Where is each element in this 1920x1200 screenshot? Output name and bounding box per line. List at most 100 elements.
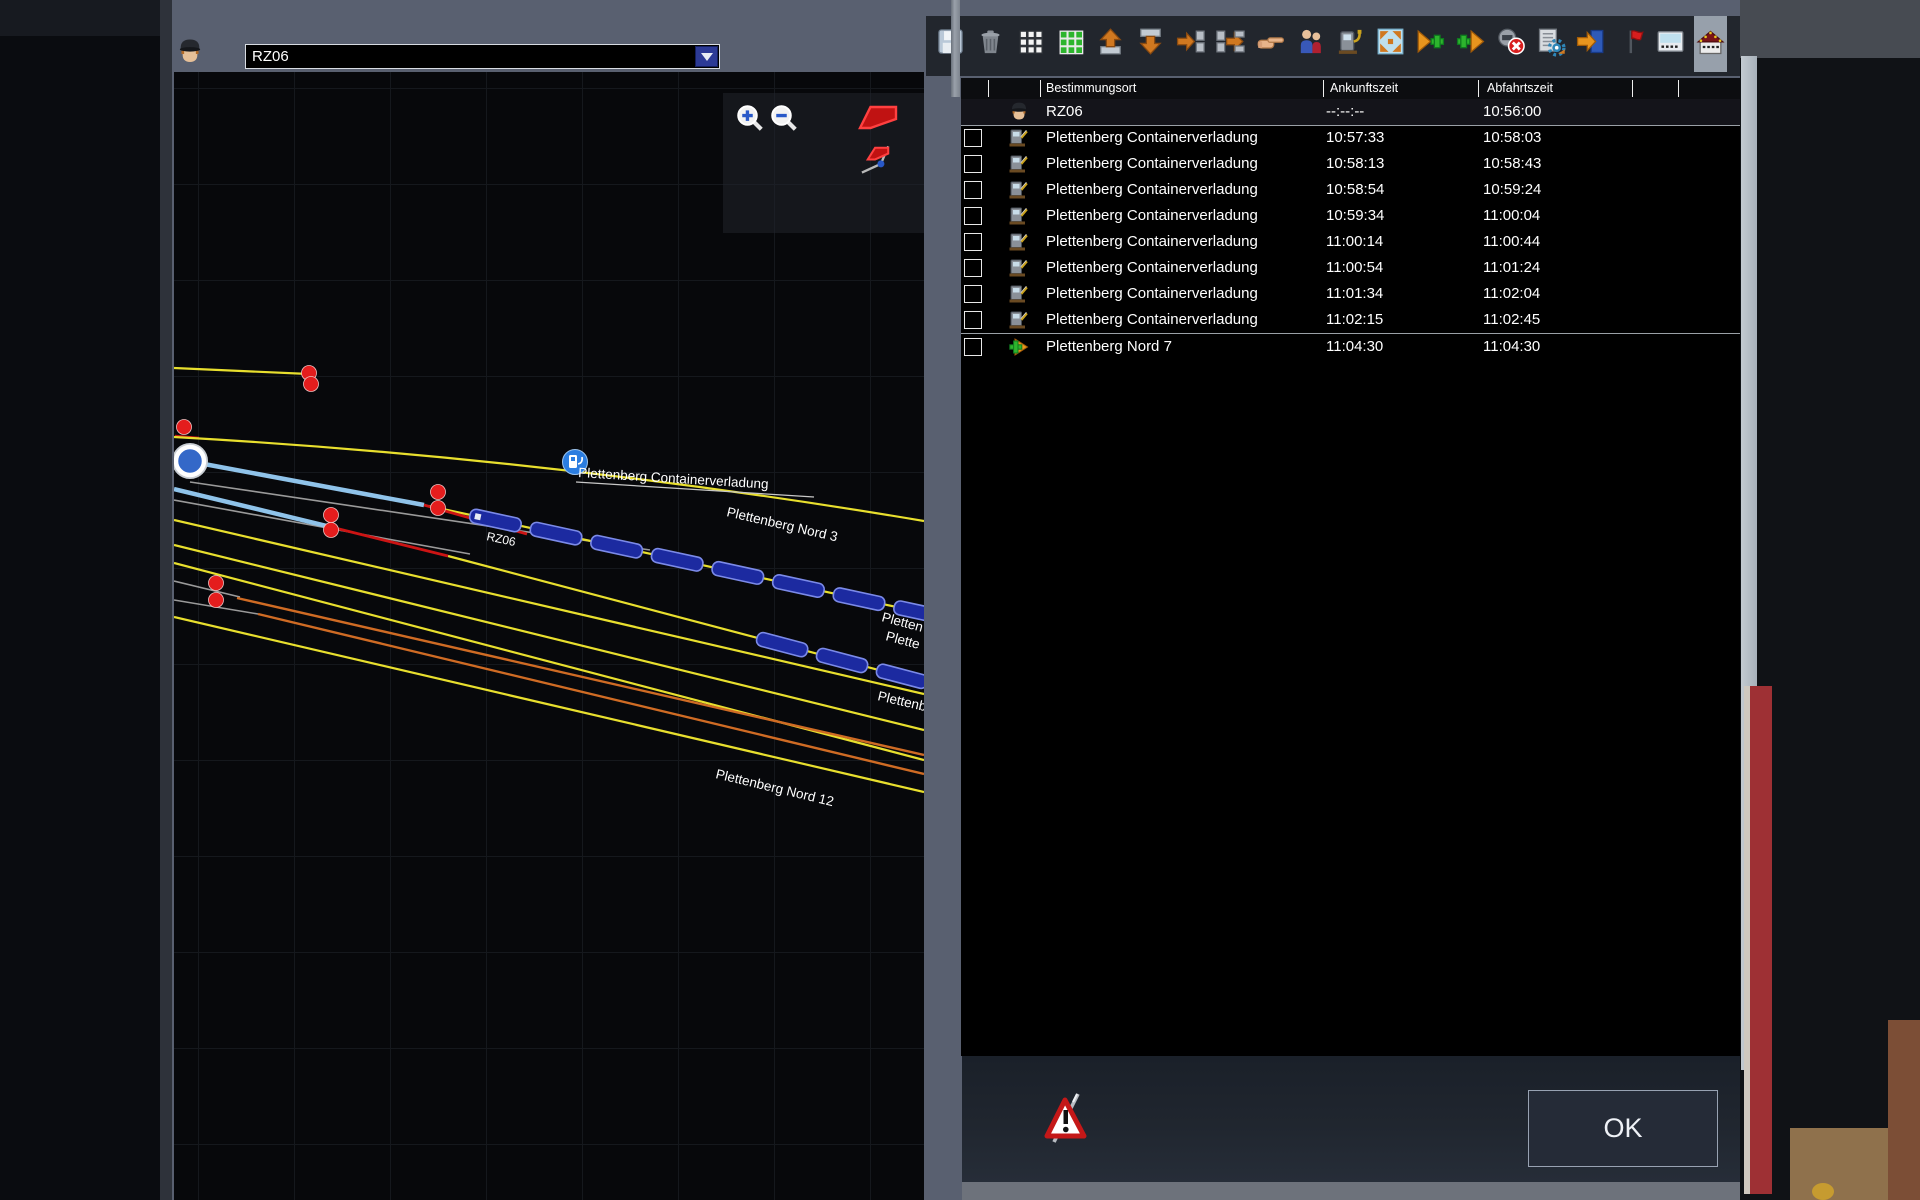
flag-button[interactable] [1614, 20, 1647, 66]
train-properties-button[interactable] [1534, 20, 1567, 66]
table-row[interactable]: Plettenberg Containerverladung 10:58:13 … [961, 151, 1740, 177]
row-departure: 11:00:44 [1483, 229, 1540, 255]
table-row[interactable]: Plettenberg Containerverladung 11:00:54 … [961, 255, 1740, 281]
train-start-point[interactable] [176, 447, 204, 475]
remove-train-icon [1495, 26, 1526, 60]
ok-button[interactable]: OK [1528, 1090, 1718, 1167]
table-row[interactable]: Plettenberg Nord 7 11:04:30 11:04:30 [961, 333, 1740, 360]
table-row[interactable]: Plettenberg Containerverladung 11:00:14 … [961, 229, 1740, 255]
row-destination: Plettenberg Containerverladung [1046, 229, 1258, 255]
header-arrival[interactable]: Ankunftszeit [1330, 81, 1398, 95]
world-scene [1740, 0, 1920, 1200]
row-arrival: 11:04:30 [1326, 334, 1383, 360]
row-arrival: 10:58:13 [1326, 151, 1384, 177]
row-checkbox[interactable] [964, 285, 982, 303]
refuel-button[interactable] [1334, 20, 1367, 66]
map-label-train: RZ06 [485, 529, 517, 549]
row-checkbox[interactable] [964, 338, 982, 356]
grid-large-button[interactable] [1054, 20, 1087, 66]
row-arrival: 10:59:34 [1326, 203, 1384, 229]
loading-station-icon [1007, 230, 1031, 254]
row-departure: 10:56:00 [1483, 99, 1541, 125]
add-train-front-icon [1415, 26, 1446, 60]
table-row[interactable]: Plettenberg Containerverladung 11:02:15 … [961, 307, 1740, 333]
track-map[interactable]: Plettenberg Containerverladung Plettenbe… [174, 72, 924, 1200]
zoom-out-icon[interactable] [769, 103, 799, 133]
train-selector[interactable]: RZ06 [245, 44, 720, 69]
add-train-front-button[interactable] [1414, 20, 1447, 66]
row-destination: Plettenberg Containerverladung [1046, 151, 1258, 177]
row-checkbox[interactable] [964, 259, 982, 277]
train-rz06[interactable] [469, 508, 924, 624]
dropdown-arrow-button[interactable] [695, 46, 718, 67]
window-bottom-strip [962, 1182, 1740, 1200]
move-up-icon [1095, 26, 1126, 60]
table-row[interactable]: Plettenberg Containerverladung 10:59:34 … [961, 203, 1740, 229]
row-departure: 10:59:24 [1483, 177, 1541, 203]
loading-station-icon [1007, 152, 1031, 176]
conductor-icon [1007, 100, 1031, 124]
grid-small-icon [1015, 26, 1046, 60]
toolbar [926, 16, 1740, 76]
row-arrival: --:--:-- [1326, 99, 1364, 125]
row-checkbox[interactable] [964, 233, 982, 251]
row-arrival: 11:02:15 [1326, 307, 1383, 333]
table-row[interactable]: Plettenberg Containerverladung 10:57:33 … [961, 125, 1740, 151]
add-train-rear-button[interactable] [1454, 20, 1487, 66]
row-departure: 11:01:24 [1483, 255, 1540, 281]
passengers-icon [1295, 26, 1326, 60]
map-controls-panel [723, 93, 924, 233]
row-checkbox[interactable] [964, 181, 982, 199]
header-destination[interactable]: Bestimmungsort [1046, 81, 1136, 95]
row-destination: RZ06 [1046, 99, 1083, 125]
depot-button[interactable] [1694, 16, 1727, 72]
insert-before-button[interactable] [1174, 20, 1207, 66]
train-properties-icon [1535, 26, 1566, 60]
schedule-header: Bestimmungsort Ankunftszeit Abfahrtszeit [961, 78, 1740, 99]
insert-after-icon [1215, 26, 1246, 60]
remove-train-button[interactable] [1494, 20, 1527, 66]
table-row[interactable]: Plettenberg Containerverladung 10:58:54 … [961, 177, 1740, 203]
expand-route-button[interactable] [1374, 20, 1407, 66]
refuel-icon [1335, 26, 1366, 60]
signal-large-icon[interactable] [857, 101, 899, 131]
row-checkbox[interactable] [964, 207, 982, 225]
table-row[interactable]: Plettenberg Containerverladung 11:01:34 … [961, 281, 1740, 307]
delete-button[interactable] [974, 20, 1007, 66]
footer-panel: OK [962, 1056, 1740, 1182]
row-arrival: 10:58:54 [1326, 177, 1384, 203]
control-panel-icon [1655, 26, 1686, 60]
send-to-block-icon [1575, 26, 1606, 60]
passengers-button[interactable] [1294, 20, 1327, 66]
row-checkbox[interactable] [964, 155, 982, 173]
header-departure[interactable]: Abfahrtszeit [1487, 81, 1553, 95]
warning-pen-icon[interactable] [1043, 1090, 1089, 1146]
app-screen: RZ06 [0, 0, 1920, 1200]
scene-train-stripe [1750, 686, 1772, 1194]
row-departure: 11:00:04 [1483, 203, 1540, 229]
control-panel-button[interactable] [1654, 20, 1687, 66]
table-row[interactable]: RZ06 --:--:-- 10:56:00 [961, 99, 1740, 126]
grid-small-button[interactable] [1014, 20, 1047, 66]
move-up-button[interactable] [1094, 20, 1127, 66]
row-checkbox[interactable] [964, 129, 982, 147]
insert-after-button[interactable] [1214, 20, 1247, 66]
loading-station-icon [1007, 256, 1031, 280]
row-arrival: 10:57:33 [1326, 125, 1384, 151]
move-down-button[interactable] [1134, 20, 1167, 66]
zoom-in-icon[interactable] [735, 103, 765, 133]
chevron-down-icon [701, 53, 713, 61]
select-hand-button[interactable] [1254, 20, 1287, 66]
row-destination: Plettenberg Containerverladung [1046, 281, 1258, 307]
add-destination-icon [1007, 335, 1031, 359]
row-checkbox[interactable] [964, 311, 982, 329]
scene-sky [1740, 0, 1920, 58]
flag-icon [1615, 26, 1646, 60]
row-destination: Plettenberg Containerverladung [1046, 177, 1258, 203]
row-destination: Plettenberg Containerverladung [1046, 125, 1258, 151]
map-label-track12: Plettenberg Nord 12 [714, 766, 835, 809]
select-hand-icon [1255, 26, 1286, 60]
signal-route-icon[interactable] [857, 139, 899, 177]
send-to-block-button[interactable] [1574, 20, 1607, 66]
grid-large-icon [1055, 26, 1086, 60]
